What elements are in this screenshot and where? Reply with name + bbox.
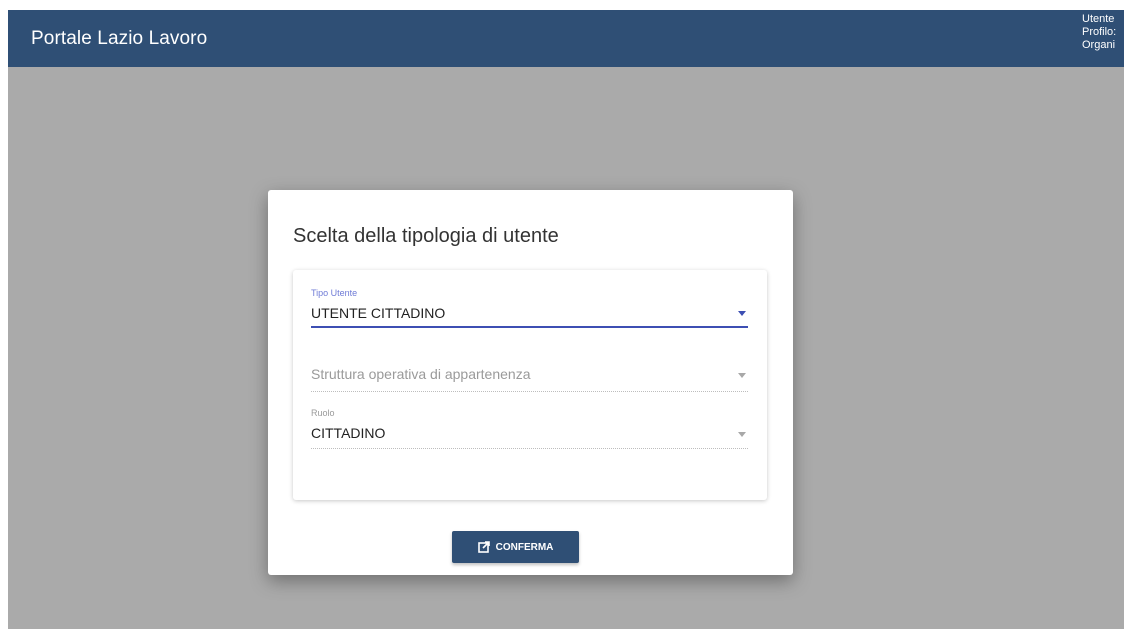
- tipo-utente-underline: [311, 326, 748, 328]
- form-panel: Tipo Utente UTENTE CITTADINO Struttura o…: [293, 270, 767, 500]
- top-app-bar: Portale Lazio Lavoro Utente Profilo: Org…: [8, 10, 1124, 67]
- tipo-utente-select[interactable]: Tipo Utente UTENTE CITTADINO: [311, 288, 748, 330]
- app-title: Portale Lazio Lavoro: [31, 28, 208, 49]
- tipo-utente-value: UTENTE CITTADINO: [311, 305, 446, 321]
- chevron-down-icon[interactable]: [738, 432, 746, 437]
- user-info-line: Utente: [1082, 13, 1115, 25]
- user-info-line: Organi: [1082, 39, 1116, 51]
- ruolo-value: CITTADINO: [311, 425, 386, 441]
- ruolo-select[interactable]: Ruolo CITTADINO: [311, 408, 748, 450]
- ruolo-label: Ruolo: [311, 408, 335, 418]
- chevron-down-icon[interactable]: [738, 373, 746, 378]
- struttura-operativa-placeholder: Struttura operativa di appartenenza: [311, 366, 531, 382]
- user-type-dialog: Scelta della tipologia di utente Tipo Ut…: [268, 190, 793, 575]
- chevron-down-icon[interactable]: [738, 311, 746, 316]
- user-info-line: Profilo:: [1082, 26, 1117, 38]
- dialog-title: Scelta della tipologia di utente: [293, 225, 559, 247]
- app-window: Portale Lazio Lavoro Utente Profilo: Org…: [8, 10, 1124, 629]
- external-link-icon: [477, 541, 490, 553]
- confirm-button[interactable]: CONFERMA: [452, 531, 579, 563]
- ruolo-underline: [311, 448, 748, 449]
- user-info[interactable]: Utente Profilo: Organi: [1082, 13, 1116, 52]
- confirm-button-label: CONFERMA: [495, 541, 554, 553]
- struttura-underline: [311, 391, 748, 392]
- struttura-operativa-select[interactable]: Struttura operativa di appartenenza: [311, 366, 748, 396]
- tipo-utente-label: Tipo Utente: [311, 288, 358, 298]
